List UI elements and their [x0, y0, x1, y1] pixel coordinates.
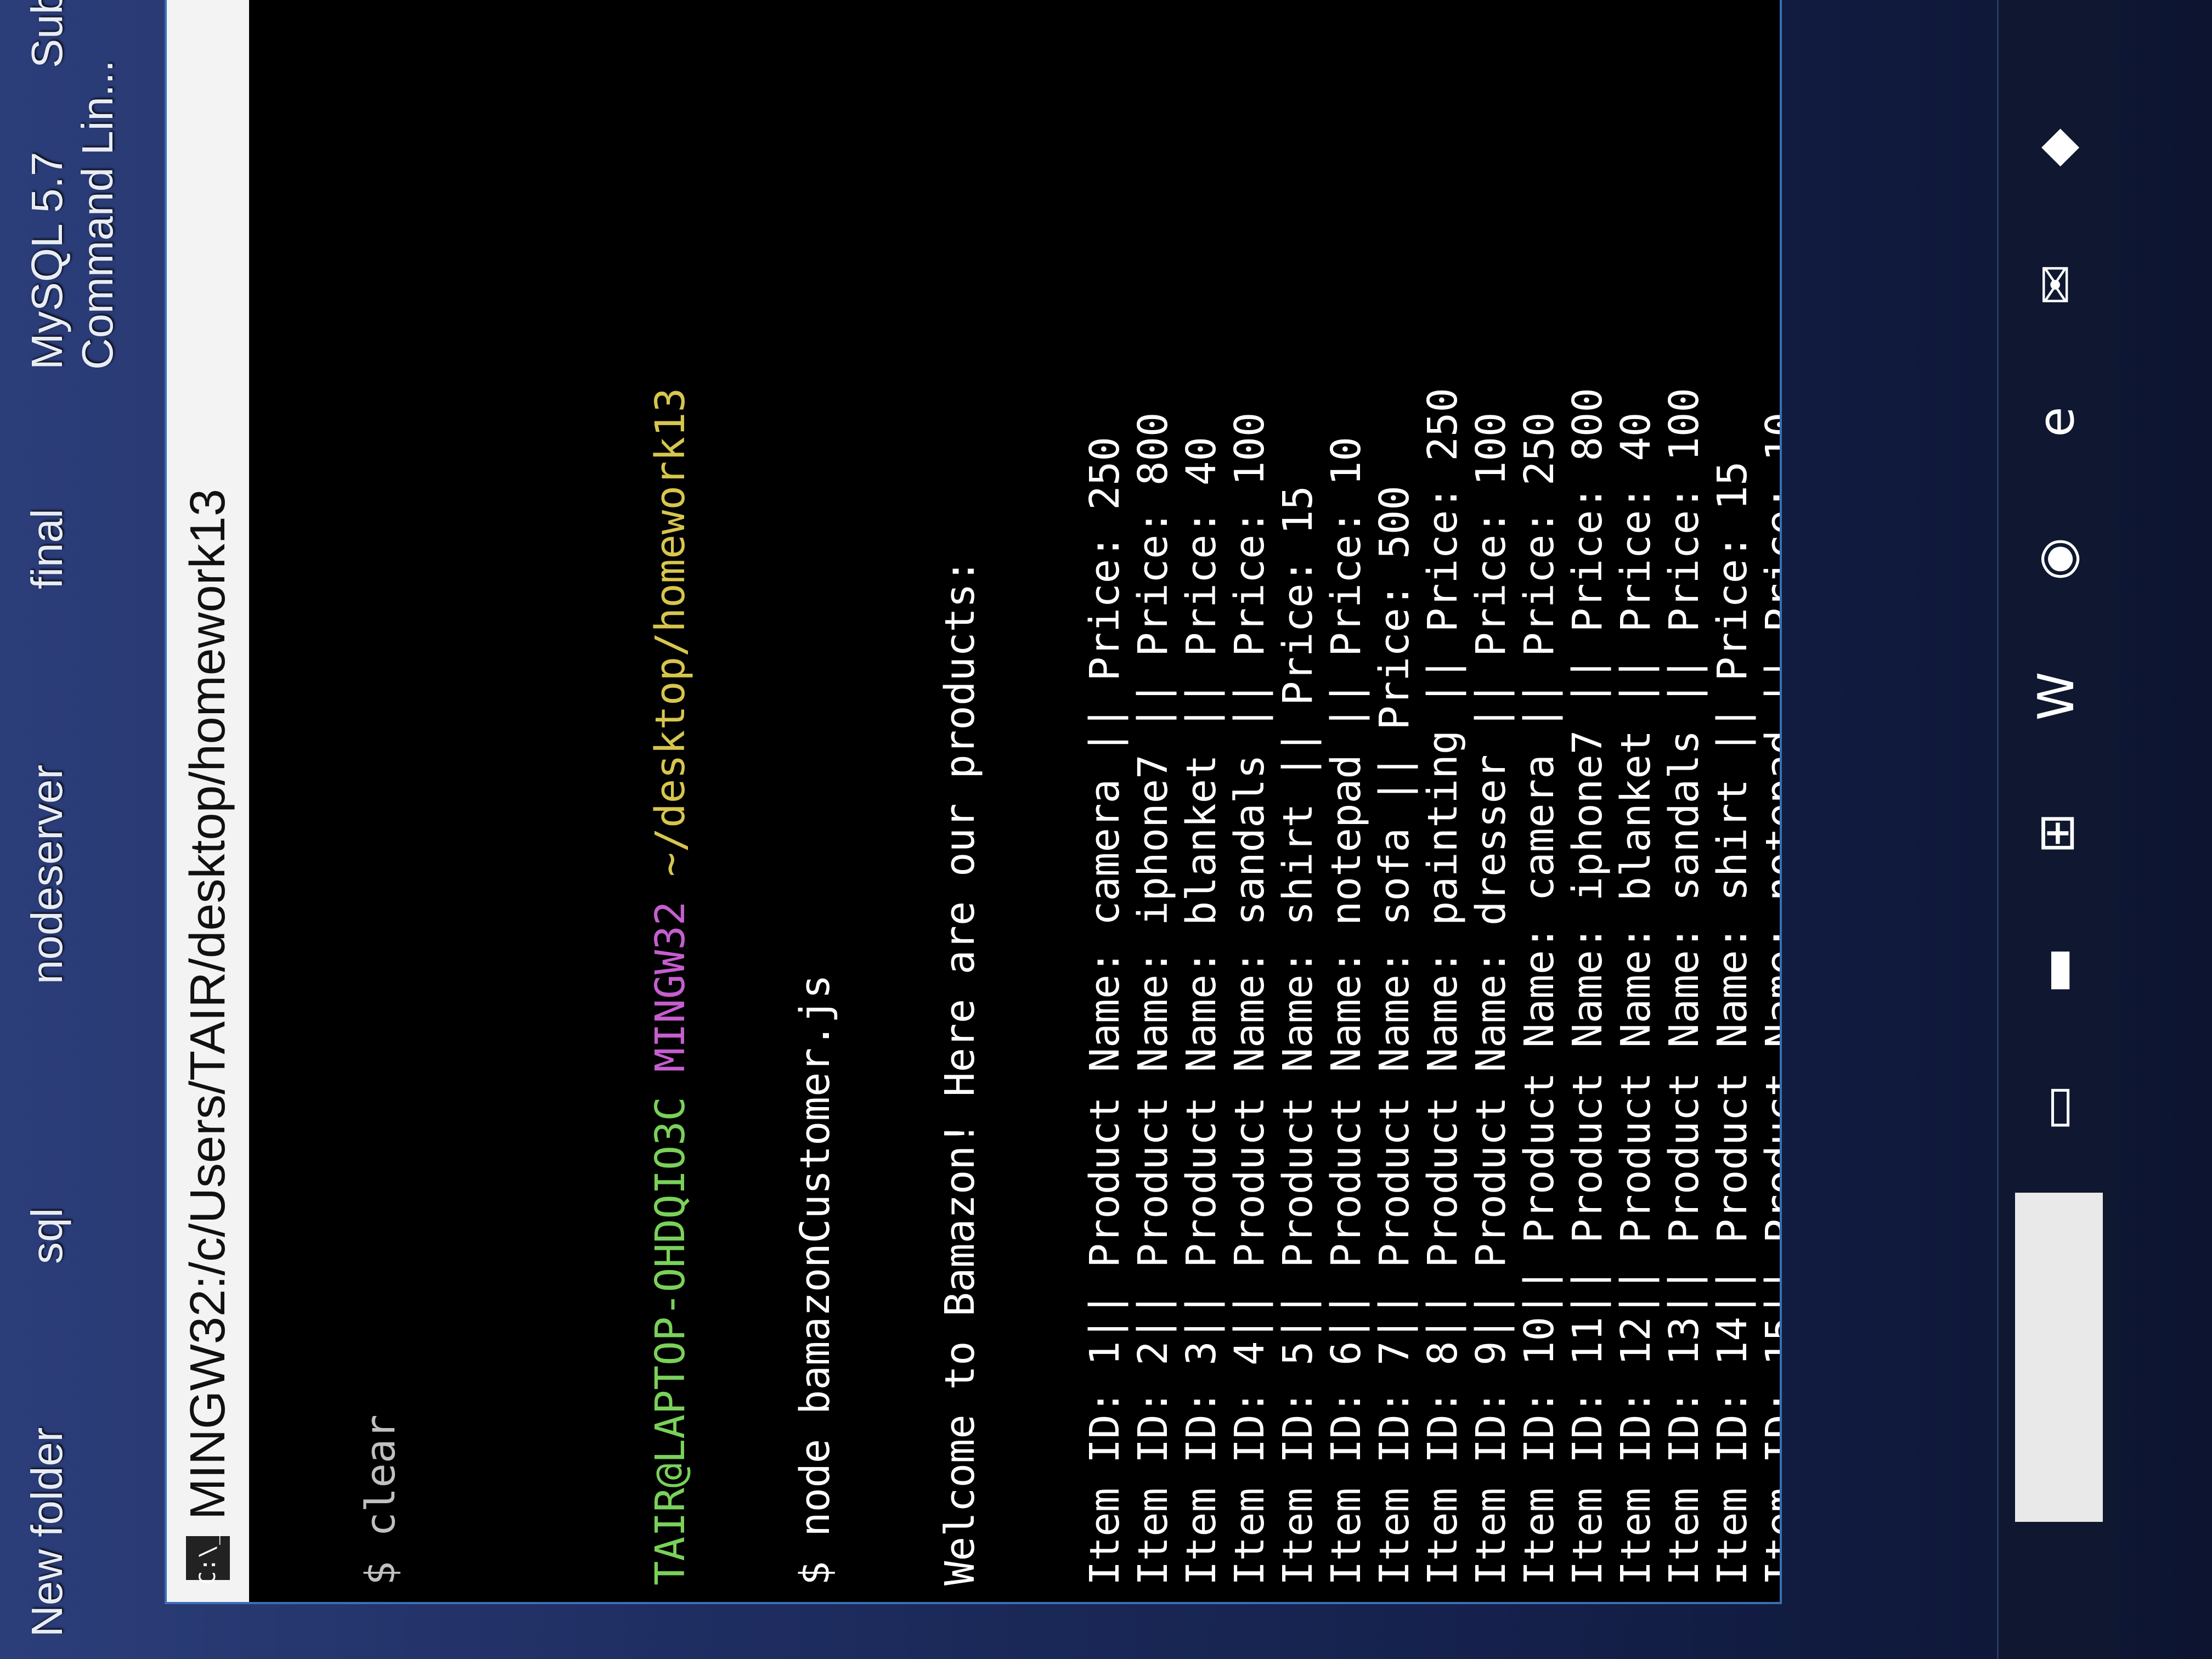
taskbar: ▭ ▬ ⊞ W ◉ e ✉ ◆: [1997, 0, 2119, 1659]
photo-frame: New folder sql nodeserver final MySQL 5.…: [0, 0, 2212, 1659]
desktop-icon-label: New folder: [22, 1427, 71, 1637]
file-explorer-icon[interactable]: ▬: [2021, 935, 2092, 1006]
window-titlebar[interactable]: C:\_ MINGW32:/c/Users/TAIR/desktop/homew…: [167, 0, 249, 1602]
product-line: Item ID: 15|| Product Name: notepad || P…: [1757, 412, 1780, 1585]
desktop-icon-label: MySQL 5.7 Command Lin...: [22, 60, 122, 370]
product-line: Item ID: 3|| Product Name: blanket || Pr…: [1178, 437, 1225, 1585]
terminal-window[interactable]: C:\_ MINGW32:/c/Users/TAIR/desktop/homew…: [165, 0, 1782, 1604]
command-line: $ clear: [357, 1414, 404, 1585]
desktop-icon-label: final: [22, 509, 71, 589]
desktop: New folder sql nodeserver final MySQL 5.…: [0, 0, 2212, 1659]
desktop-icon-nodeserver[interactable]: nodeserver: [22, 765, 72, 984]
desktop-icon-label: nodeserver: [22, 764, 71, 984]
product-line: Item ID: 11|| Product Name: iphone7 || P…: [1564, 387, 1611, 1585]
desktop-icons: New folder sql nodeserver final MySQL 5.…: [0, 0, 165, 1659]
product-line: Item ID: 1|| Product Name: camera || Pri…: [1081, 437, 1128, 1585]
desktop-icon-final[interactable]: final: [22, 509, 72, 589]
chrome-icon[interactable]: ◉: [2021, 523, 2092, 595]
product-line: Item ID: 6|| Product Name: notepad || Pr…: [1323, 437, 1370, 1585]
product-line: Item ID: 12|| Product Name: blanket || P…: [1612, 412, 1660, 1585]
taskbar-search-box[interactable]: [2015, 1193, 2103, 1522]
git-icon[interactable]: ◆: [2021, 112, 2092, 183]
welcome-line: Welcome to Bamazon! Here are our product…: [936, 558, 984, 1585]
product-line: Item ID: 10|| Product Name: camera || Pr…: [1516, 412, 1563, 1585]
word-icon[interactable]: W: [2021, 661, 2092, 732]
prompt-line: TAIR@LAPTOP-OHDQIO3C MINGW32 ~/desktop/h…: [646, 5, 695, 1585]
desktop-icon-sql[interactable]: sql: [22, 1208, 72, 1264]
desktop-icon-new-folder[interactable]: New folder: [22, 1427, 72, 1637]
prompt-path: ~/desktop/homework13: [647, 387, 694, 877]
edge-icon[interactable]: e: [2021, 386, 2092, 458]
prompt-env: MINGW32: [647, 901, 694, 1073]
product-line: Item ID: 14|| Product Name: shirt || Pri…: [1709, 461, 1756, 1585]
desktop-icon-label: Subl: [22, 0, 71, 68]
product-line: Item ID: 4|| Product Name: sandals || Pr…: [1226, 412, 1273, 1585]
desktop-icon-label: sql: [22, 1207, 71, 1264]
store-icon[interactable]: ⊞: [2021, 798, 2092, 869]
product-list: Item ID: 1|| Product Name: camera || Pri…: [1081, 5, 1780, 1585]
product-line: Item ID: 8|| Product Name: painting || P…: [1419, 387, 1466, 1585]
prompt-user: TAIR@LAPTOP-OHDQIO3C: [647, 1096, 694, 1585]
terminal-icon: C:\_: [186, 1532, 230, 1584]
product-line: Item ID: 5|| Product Name: shirt || Pric…: [1274, 486, 1322, 1585]
command-line: $ node bamazonCustomer.js: [792, 974, 839, 1585]
terminal-icon-text: C:\_: [195, 1531, 221, 1585]
mail-icon[interactable]: ✉: [2021, 249, 2092, 320]
product-line: Item ID: 2|| Product Name: iphone7 || Pr…: [1130, 412, 1177, 1585]
desktop-icon-mysql[interactable]: MySQL 5.7 Command Lin...: [22, 60, 123, 370]
window-title: MINGW32:/c/Users/TAIR/desktop/homework13: [180, 489, 235, 1520]
product-line: Item ID: 9|| Product Name: dresser || Pr…: [1468, 412, 1515, 1585]
terminal-output[interactable]: $ clear TAIR@LAPTOP-OHDQIO3C MINGW32 ~/d…: [249, 0, 1780, 1602]
product-line: Item ID: 7|| Product Name: sofa || Price…: [1371, 486, 1418, 1585]
product-line: Item ID: 13|| Product Name: sandals || P…: [1661, 387, 1708, 1585]
task-view-icon[interactable]: ▭: [2021, 1072, 2092, 1143]
desktop-icon-sublime[interactable]: Subl: [22, 0, 72, 68]
